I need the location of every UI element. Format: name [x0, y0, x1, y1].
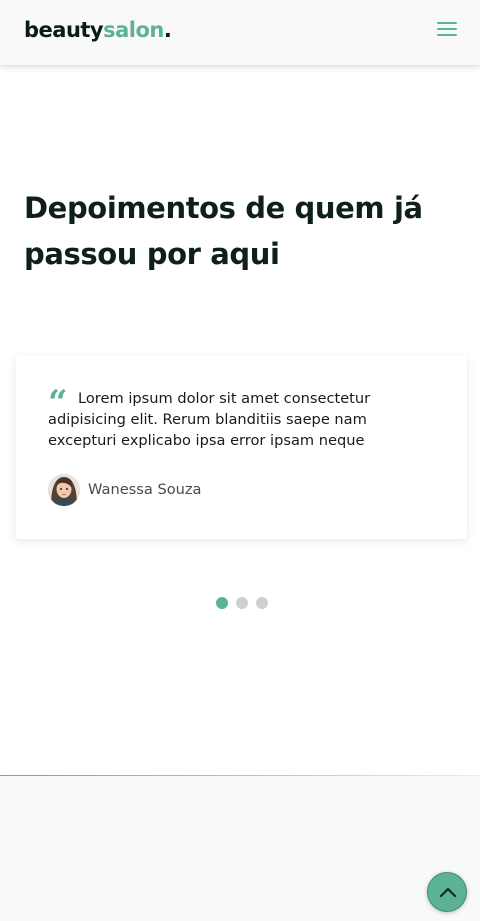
- testimonial-card: “ Lorem ipsum dolor sit amet consectetur…: [16, 356, 467, 539]
- footer-area: [0, 776, 480, 921]
- testimonial-author: Wanessa Souza: [48, 474, 348, 508]
- author-name: Wanessa Souza: [88, 481, 202, 498]
- avatar: [48, 474, 80, 506]
- avatar-photo: [48, 474, 80, 506]
- back-to-top-button[interactable]: [427, 872, 467, 912]
- carousel-pagination: [216, 597, 272, 609]
- testimonial-text: Lorem ipsum dolor sit amet consectetur a…: [48, 390, 371, 449]
- menu-line-top: [437, 22, 457, 24]
- carousel-dot-1[interactable]: [216, 597, 228, 609]
- menu-line-bottom: [437, 34, 457, 36]
- chevron-up-icon: [439, 887, 457, 898]
- hamburger-menu-icon[interactable]: [434, 18, 460, 40]
- carousel-dot-2[interactable]: [236, 597, 248, 609]
- logo-text-beauty: beauty: [24, 18, 104, 42]
- title-line-1: Depoimentos de quem já: [24, 191, 423, 225]
- title-line-2: passou por aqui: [24, 237, 280, 271]
- section-title: Depoimentos de quem já passou por aqui: [24, 185, 454, 277]
- menu-line-middle: [437, 28, 457, 30]
- site-header: beautysalon.: [0, 0, 480, 65]
- logo-text-salon: salon: [103, 18, 164, 42]
- brand-logo[interactable]: beautysalon.: [24, 16, 172, 44]
- logo-dot: .: [163, 18, 172, 42]
- carousel-dot-3[interactable]: [256, 597, 268, 609]
